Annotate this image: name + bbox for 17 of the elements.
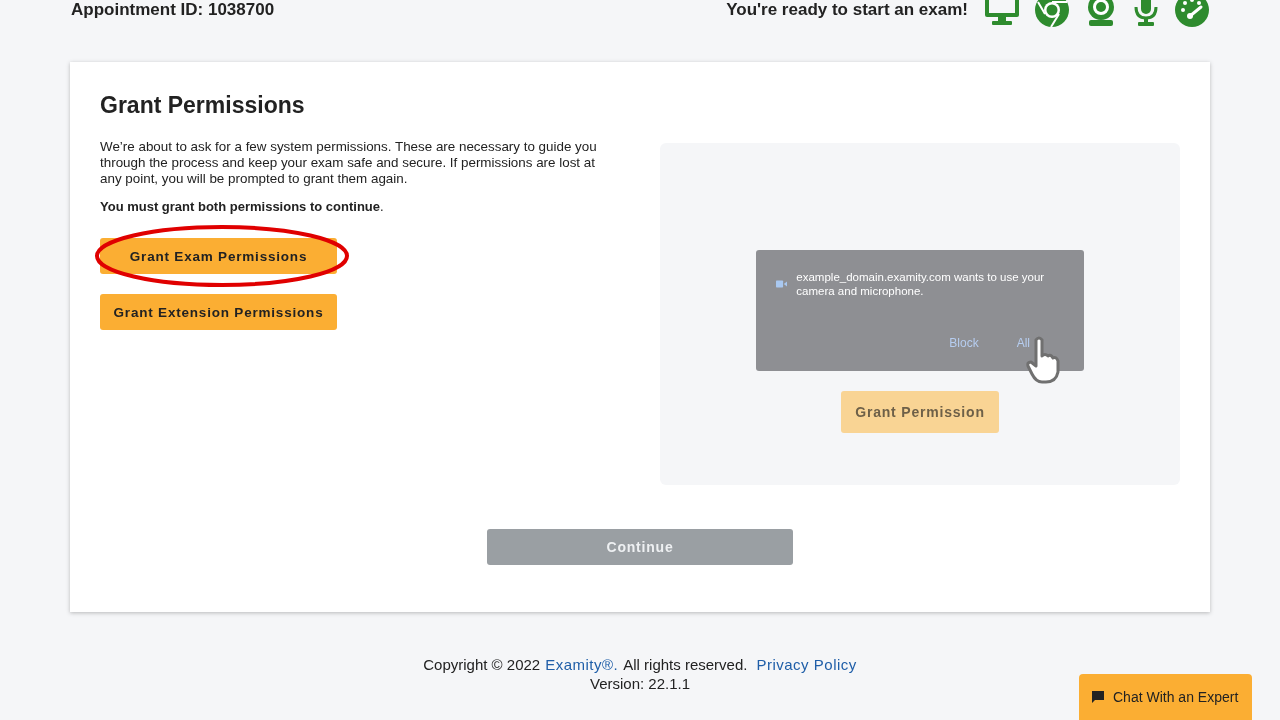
grant-permissions-button[interactable]: Grant Exam Permissions xyxy=(100,238,337,274)
version-text: Version: 22.1.1 xyxy=(588,674,692,693)
video-camera-icon xyxy=(776,279,788,289)
requirement-note: You must grant both permissions to continue. xyxy=(100,199,385,214)
intro-paragraph: We’re about to ask for a few system permissions. These are necessary to guide you through the process and keep your exam safe and secure. If permissions are lost at any point, you will be prompted to grant them again. xyxy=(100,139,598,187)
grant-permissions-button[interactable]: Grant Extension Permissions xyxy=(100,294,337,330)
examity-link[interactable]: Examity®. xyxy=(545,655,619,674)
chat-button[interactable]: Chat With an Expert xyxy=(1079,674,1252,720)
chat-bubble-icon xyxy=(1091,690,1105,704)
rights-text: All rights reserved. xyxy=(623,655,748,674)
appointment-id: Appointment ID: 1038700 xyxy=(71,0,275,20)
copyright-text: Copyright © 2022 xyxy=(423,655,541,674)
grant-permission-sample: Grant Permission xyxy=(841,391,999,433)
privacy-policy-link[interactable]: Privacy Policy xyxy=(756,655,857,674)
page-title: Grant Permissions xyxy=(100,92,306,119)
ready-message: You're ready to start an exam! xyxy=(726,0,968,20)
permission-prompt: example_domain.examity.com wants to use your camera and microphone. xyxy=(796,270,1046,298)
